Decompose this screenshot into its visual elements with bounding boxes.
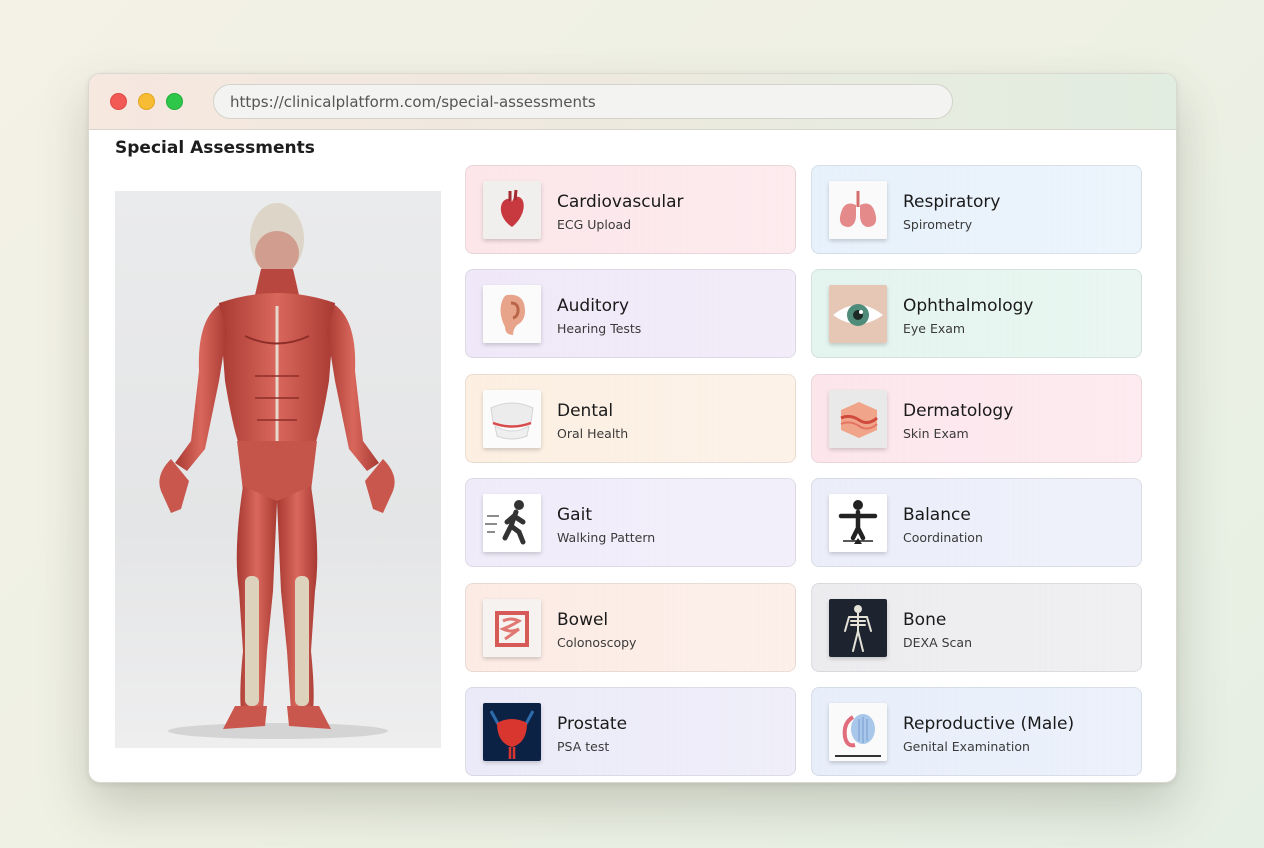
assessment-card-title: Balance [903, 505, 971, 525]
assessment-card-title: Ophthalmology [903, 296, 1034, 316]
assessment-card-balance[interactable]: Balance Coordination [811, 478, 1142, 567]
assessment-card-dermatology[interactable]: Dermatology Skin Exam [811, 374, 1142, 463]
assessment-card-subtitle: Eye Exam [903, 321, 966, 336]
walking-person-icon [483, 494, 541, 552]
assessment-card-title: Bone [903, 610, 947, 630]
assessment-card-subtitle: ECG Upload [557, 217, 632, 232]
browser-titlebar: https://clinicalplatform.com/special-ass… [89, 74, 1176, 130]
assessment-card-subtitle: Colonoscopy [557, 635, 637, 650]
assessment-card-subtitle: Coordination [903, 530, 983, 545]
assessment-card-subtitle: DEXA Scan [903, 635, 973, 650]
browser-window: https://clinicalplatform.com/special-ass… [88, 73, 1177, 783]
intestine-icon [483, 599, 541, 657]
heart-icon [483, 181, 541, 239]
assessment-card-title: Auditory [557, 296, 630, 316]
skin-icon [829, 390, 887, 448]
balance-person-icon [829, 494, 887, 552]
assessment-card-title: Bowel [557, 610, 609, 630]
minimize-window-button[interactable] [138, 93, 155, 110]
address-bar[interactable]: https://clinicalplatform.com/special-ass… [213, 84, 953, 119]
assessment-card-prostate[interactable]: Prostate PSA test [465, 687, 796, 776]
teeth-icon [483, 390, 541, 448]
assessment-card-title: Reproductive (Male) [903, 714, 1075, 734]
eye-icon [829, 285, 887, 343]
anatomy-figure-image [115, 191, 441, 748]
assessment-card-title: Respiratory [903, 192, 1001, 212]
page-title: Special Assessments [115, 138, 315, 158]
assessment-card-subtitle: Hearing Tests [557, 321, 642, 336]
assessment-card-subtitle: Genital Examination [903, 739, 1030, 754]
assessment-card-title: Dermatology [903, 401, 1014, 421]
assessment-card-subtitle: Oral Health [557, 426, 629, 441]
ear-icon [483, 285, 541, 343]
assessment-card-auditory[interactable]: Auditory Hearing Tests [465, 269, 796, 358]
skeleton-icon [829, 599, 887, 657]
muscle-anatomy-illustration [159, 203, 395, 739]
reproductive-icon [829, 703, 887, 761]
maximize-window-button[interactable] [166, 93, 183, 110]
assessment-card-title: Dental [557, 401, 614, 421]
assessment-card-bone[interactable]: Bone DEXA Scan [811, 583, 1142, 672]
assessment-card-ophthalmology[interactable]: Ophthalmology Eye Exam [811, 269, 1142, 358]
assessment-card-title: Gait [557, 505, 592, 525]
address-bar-url: https://clinicalplatform.com/special-ass… [230, 92, 596, 111]
assessment-card-subtitle: Spirometry [903, 217, 973, 232]
assessment-card-gait[interactable]: Gait Walking Pattern [465, 478, 796, 567]
assessment-card-bowel[interactable]: Bowel Colonoscopy [465, 583, 796, 672]
assessment-card-subtitle: PSA test [557, 739, 610, 754]
assessment-card-cardiovascular[interactable]: Cardiovascular ECG Upload [465, 165, 796, 254]
prostate-icon [483, 703, 541, 761]
assessment-card-respiratory[interactable]: Respiratory Spirometry [811, 165, 1142, 254]
close-window-button[interactable] [110, 93, 127, 110]
assessment-card-title: Cardiovascular [557, 192, 684, 212]
lungs-icon [829, 181, 887, 239]
assessment-card-title: Prostate [557, 714, 628, 734]
assessment-card-subtitle: Walking Pattern [557, 530, 656, 545]
assessment-card-subtitle: Skin Exam [903, 426, 969, 441]
assessment-card-reproductive-male[interactable]: Reproductive (Male) Genital Examination [811, 687, 1142, 776]
assessment-card-dental[interactable]: Dental Oral Health [465, 374, 796, 463]
